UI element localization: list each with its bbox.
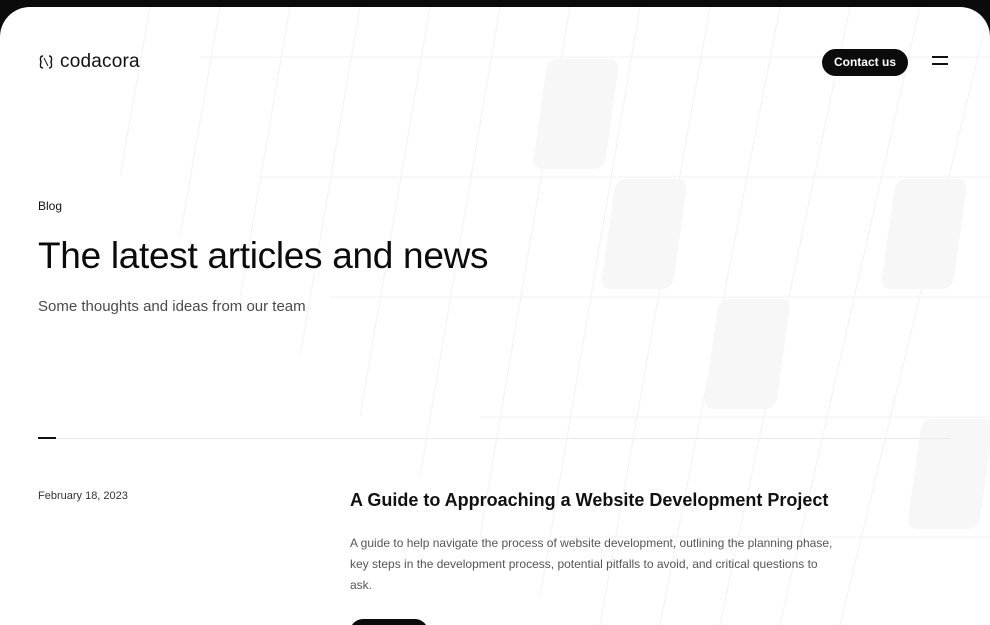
site-header: codacora Contact us [38, 45, 950, 81]
divider [38, 438, 950, 439]
page-subtitle: Some thoughts and ideas from our team [38, 298, 306, 315]
article-description: A guide to help navigate the process of … [350, 536, 833, 592]
logo-icon [39, 55, 53, 69]
read-more-button[interactable] [350, 619, 428, 625]
page-title: The latest articles and news [38, 235, 489, 276]
page: codacora Contact us Blog The latest arti… [0, 7, 990, 625]
hamburger-menu-icon[interactable] [932, 55, 950, 69]
section-label: Blog [38, 199, 63, 213]
logo-text: codacora [60, 51, 140, 72]
divider-accent [38, 437, 56, 439]
contact-us-button[interactable]: Contact us [821, 49, 908, 76]
logo[interactable]: codacora [38, 51, 140, 73]
article-date: February 18, 2023 [38, 490, 128, 502]
article-title[interactable]: A Guide to Approaching a Website Develop… [350, 490, 828, 511]
